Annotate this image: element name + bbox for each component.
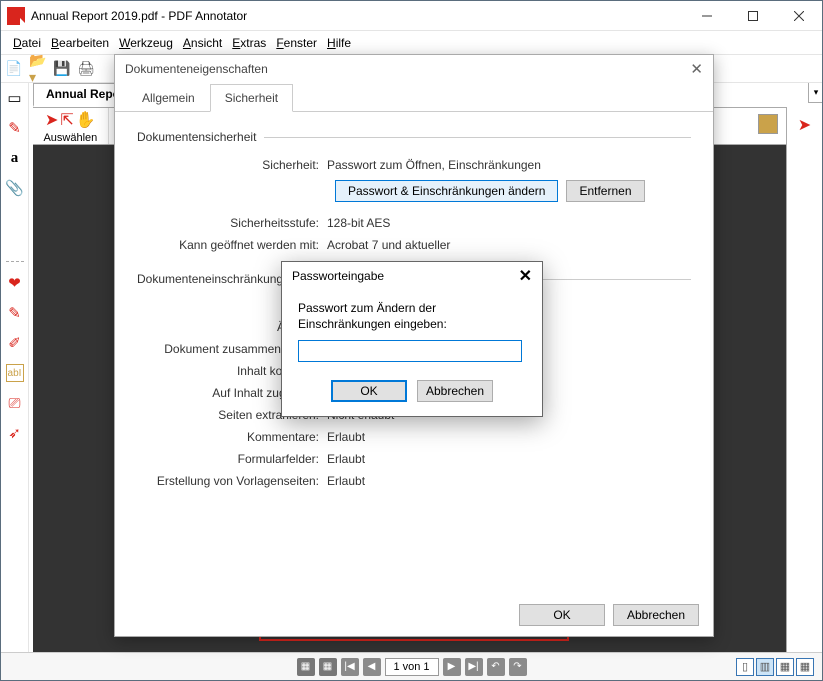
security-key: Sicherheit: <box>137 158 327 172</box>
first-page-button[interactable]: |◀ <box>341 658 359 676</box>
open-icon[interactable]: 📂▾ <box>29 60 47 78</box>
pointer-icon[interactable]: ➤ <box>798 115 811 135</box>
menu-datei[interactable]: Datei <box>9 34 45 52</box>
thumbs1-icon[interactable]: ▦ <box>297 658 315 676</box>
menu-hilfe[interactable]: Hilfe <box>323 34 355 52</box>
pen-icon[interactable]: ✎ <box>6 119 24 137</box>
prev-page-button[interactable]: ◀ <box>363 658 381 676</box>
thumbs2-icon[interactable]: ▦ <box>319 658 337 676</box>
change-password-button[interactable]: Passwort & Einschränkungen ändern <box>335 180 558 202</box>
menu-ansicht[interactable]: Ansicht <box>179 34 226 52</box>
attach-icon[interactable]: 📎 <box>6 179 24 197</box>
color-swatch[interactable] <box>758 114 778 134</box>
statusbar: ▦ ▦ |◀ ◀ ▶ ▶| ↶ ↷ ▯ ▥ ▦ ▦ <box>1 652 822 680</box>
password-cancel-button[interactable]: Abbrechen <box>417 380 493 402</box>
openwith-key: Kann geöffnet werden mit: <box>137 238 327 252</box>
save-icon[interactable]: 💾 <box>53 60 71 78</box>
openwith-value: Acrobat 7 und aktueller <box>327 238 450 252</box>
page-icon[interactable]: ▭ <box>6 89 24 107</box>
right-strip: ➤ <box>786 107 822 652</box>
print-icon[interactable]: 🖨 <box>77 60 95 78</box>
restriction-key: Kommentare: <box>137 430 327 444</box>
view-single-icon[interactable]: ▯ <box>736 658 754 676</box>
back-button[interactable]: ↶ <box>487 658 505 676</box>
menu-fenster[interactable]: Fenster <box>272 34 321 52</box>
restriction-value: Erlaubt <box>327 452 365 466</box>
titlebar: Annual Report 2019.pdf - PDF Annotator <box>1 1 822 31</box>
properties-cancel-button[interactable]: Abbrechen <box>613 604 699 626</box>
dialog-close-button[interactable]: ✕ <box>690 60 703 78</box>
level-key: Sicherheitsstufe: <box>137 216 327 230</box>
section-security-label: Dokumentensicherheit <box>137 130 256 144</box>
level-value: 128-bit AES <box>327 216 390 230</box>
select-tool-group[interactable]: ➤ ⇱ ✋ Auswählen <box>33 108 109 144</box>
pager: ▦ ▦ |◀ ◀ ▶ ▶| ↶ ↷ <box>297 658 527 676</box>
text-tool-icon[interactable]: a <box>6 149 24 167</box>
password-dialog: Passworteingabe ✕ Passwort zum Ändern de… <box>281 261 543 417</box>
properties-ok-button[interactable]: OK <box>519 604 605 626</box>
password-input[interactable] <box>298 340 522 362</box>
cursor-alt-icon: ⇱ <box>60 110 73 130</box>
maximize-button[interactable] <box>730 1 776 30</box>
restriction-row: Erstellung von Vorlagenseiten:Erlaubt <box>137 474 691 488</box>
restriction-value: Erlaubt <box>327 474 365 488</box>
tab-security[interactable]: Sicherheit <box>210 84 293 112</box>
new-icon[interactable]: 📄 <box>5 60 23 78</box>
menu-werkzeug[interactable]: Werkzeug <box>115 34 177 52</box>
view-two-icon[interactable]: ▦ <box>776 658 794 676</box>
dialog-titlebar: Dokumenteneigenschaften ✕ <box>115 55 713 83</box>
favorite-icon[interactable]: ❤ <box>6 274 24 292</box>
stamp-icon[interactable]: ⎚ <box>6 394 24 412</box>
next-page-button[interactable]: ▶ <box>443 658 461 676</box>
view-cont-icon[interactable]: ▥ <box>756 658 774 676</box>
password-message: Passwort zum Ändern der Einschränkungen … <box>298 300 526 332</box>
dialog-title: Dokumenteneigenschaften <box>125 62 268 76</box>
app-icon <box>7 7 25 25</box>
close-button[interactable] <box>776 1 822 30</box>
password-ok-button[interactable]: OK <box>331 380 407 402</box>
textbox-icon[interactable]: abI <box>6 364 24 382</box>
app-window: Annual Report 2019.pdf - PDF Annotator D… <box>0 0 823 681</box>
section-restrictions-label: Dokumenteneinschränkungen <box>137 272 296 286</box>
tab-general[interactable]: Allgemein <box>127 84 210 112</box>
cursor-icon: ➤ <box>45 110 58 130</box>
minimize-button[interactable] <box>684 1 730 30</box>
menu-extras[interactable]: Extras <box>228 34 270 52</box>
restriction-key: Formularfelder: <box>137 452 327 466</box>
restriction-value: Erlaubt <box>327 430 365 444</box>
restriction-row: Formularfelder:Erlaubt <box>137 452 691 466</box>
page-input[interactable] <box>385 658 439 676</box>
password-dialog-title: Passworteingabe <box>292 269 384 283</box>
hand-icon: ✋ <box>76 110 96 130</box>
restriction-key: Erstellung von Vorlagenseiten: <box>137 474 327 488</box>
restriction-row: Kommentare:Erlaubt <box>137 430 691 444</box>
menu-bearbeiten[interactable]: Bearbeiten <box>47 34 113 52</box>
select-label: Auswählen <box>43 132 97 144</box>
view-mode-buttons: ▯ ▥ ▦ ▦ <box>736 658 814 676</box>
window-title: Annual Report 2019.pdf - PDF Annotator <box>31 9 684 23</box>
tab-dropdown[interactable]: ▾ <box>808 83 822 103</box>
left-tool-strip: ▭ ✎ a 📎 ❤ ✎ ✐ abI ⎚ ➶ <box>1 83 29 652</box>
security-value: Passwort zum Öffnen, Einschränkungen <box>327 158 541 172</box>
remove-security-button[interactable]: Entfernen <box>566 180 644 202</box>
pen2-icon[interactable]: ✎ <box>6 304 24 322</box>
password-dialog-titlebar: Passworteingabe ✕ <box>282 262 542 290</box>
menubar: Datei Bearbeiten Werkzeug Ansicht Extras… <box>1 31 822 55</box>
view-two-cont-icon[interactable]: ▦ <box>796 658 814 676</box>
password-dialog-close-button[interactable]: ✕ <box>519 266 532 286</box>
forward-button[interactable]: ↷ <box>509 658 527 676</box>
highlighter-icon[interactable]: ✐ <box>6 334 24 352</box>
last-page-button[interactable]: ▶| <box>465 658 483 676</box>
arrow-tool-icon[interactable]: ➶ <box>6 424 24 442</box>
